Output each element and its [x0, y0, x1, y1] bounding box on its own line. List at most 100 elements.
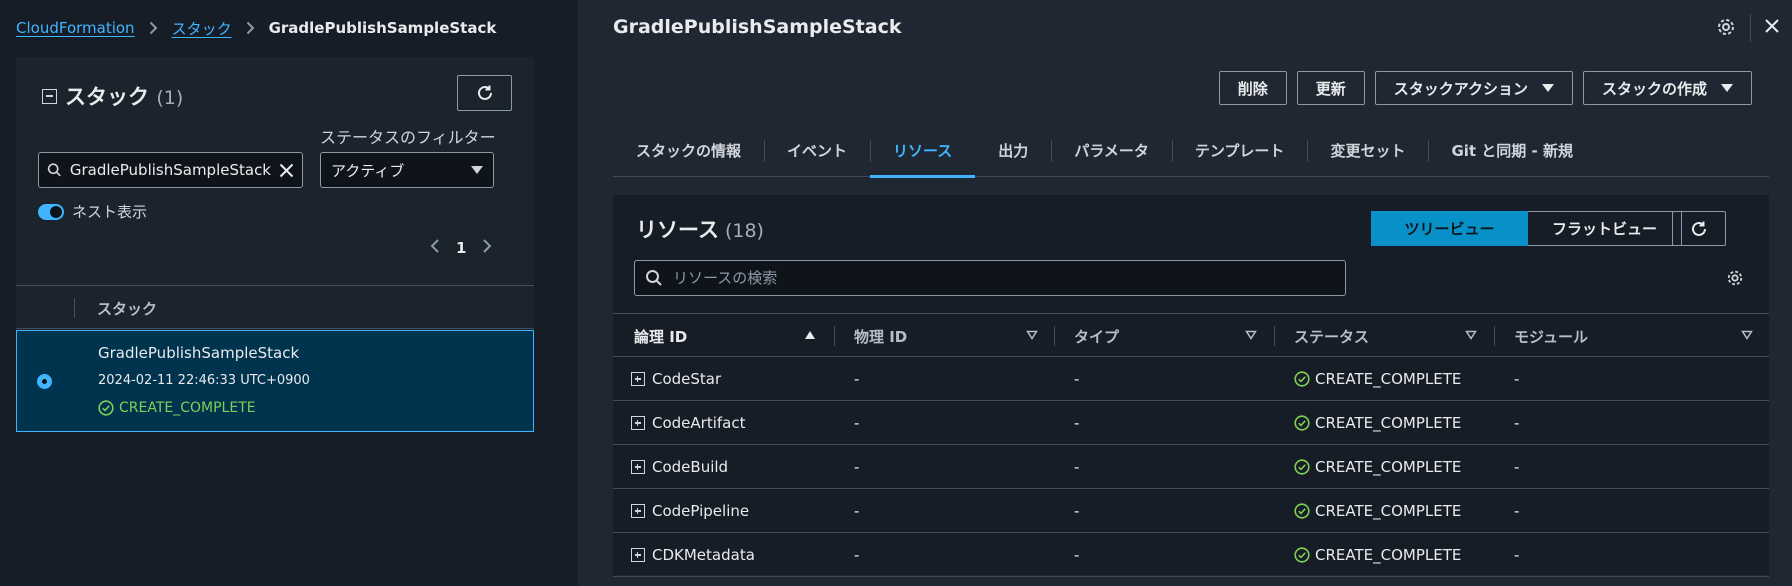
physical-id-cell: - [854, 546, 860, 564]
previous-page-icon[interactable] [430, 238, 440, 258]
type-cell: - [1074, 546, 1080, 564]
resources-container: リソース (18) ツリービュー フラットビュー 論理 ID 物理 ID [613, 195, 1769, 577]
logical-id-cell: CodeBuild [631, 445, 728, 489]
tab-parameters[interactable]: パラメータ [1051, 124, 1172, 177]
table-row[interactable]: CodeBuild - - CREATE_COMPLETE - [613, 445, 1769, 489]
table-row[interactable]: CDKMetadata - - CREATE_COMPLETE - [613, 533, 1769, 577]
view-mode-toggle: ツリービュー フラットビュー [1371, 211, 1682, 246]
caret-down-icon [1721, 84, 1733, 92]
column-header-type[interactable]: タイプ [1074, 314, 1119, 358]
breadcrumb-current: GradlePublishSampleStack [268, 19, 497, 37]
stack-radio-button[interactable] [37, 374, 52, 389]
type-cell: - [1074, 458, 1080, 476]
type-cell: - [1074, 502, 1080, 520]
column-divider [834, 326, 835, 346]
table-row[interactable]: CodePipeline - - CREATE_COMPLETE - [613, 489, 1769, 533]
refresh-resources-button[interactable] [1672, 211, 1726, 246]
column-header-logical-id[interactable]: 論理 ID [634, 314, 687, 358]
refresh-icon [477, 85, 492, 100]
success-check-icon [1294, 415, 1310, 431]
sort-icon[interactable] [1741, 330, 1753, 340]
breadcrumb: CloudFormation スタック GradlePublishSampleS… [16, 17, 496, 39]
table-preferences-gear-icon[interactable] [1726, 269, 1744, 291]
sort-icon[interactable] [1245, 330, 1257, 340]
tab-stack-info[interactable]: スタックの情報 [613, 124, 764, 177]
resource-search-field[interactable] [634, 260, 1346, 296]
caret-down-icon [471, 166, 483, 174]
tab-events[interactable]: イベント [764, 124, 870, 177]
collapse-icon[interactable] [42, 88, 57, 104]
create-stack-dropdown[interactable]: スタックの作成 [1582, 71, 1752, 105]
status-filter-select[interactable]: アクティブ [320, 152, 494, 188]
success-check-icon [1294, 503, 1310, 519]
logical-id-cell: CDKMetadata [631, 533, 755, 577]
stack-name: GradlePublishSampleStack [98, 344, 300, 362]
stack-actions-toolbar: 削除 更新 スタックアクション スタックの作成 [1218, 71, 1752, 105]
stack-search-input[interactable]: GradlePublishSampleStack [38, 152, 303, 188]
resources-count: (18) [724, 220, 764, 242]
update-button[interactable]: 更新 [1296, 71, 1365, 105]
logical-id-cell: CodePipeline [631, 489, 749, 533]
tree-view-button[interactable]: ツリービュー [1371, 211, 1528, 246]
module-cell: - [1514, 546, 1520, 564]
logical-id-cell: CodeStar [631, 357, 721, 401]
stacks-title: スタック (1) [65, 85, 184, 109]
column-header-physical-id[interactable]: 物理 ID [854, 314, 907, 358]
sort-icon[interactable] [1026, 330, 1038, 340]
expand-icon[interactable] [631, 372, 645, 386]
stack-list-panel: CloudFormation スタック GradlePublishSampleS… [0, 0, 591, 586]
success-check-icon [1294, 459, 1310, 475]
stack-list-header: スタック [16, 285, 534, 329]
next-page-icon[interactable] [482, 238, 492, 258]
status-filter-label: ステータスのフィルター [320, 128, 496, 147]
success-check-icon [98, 400, 114, 416]
clear-search-icon[interactable] [279, 163, 294, 178]
close-icon[interactable] [1764, 18, 1780, 38]
resources-table: 論理 ID 物理 ID タイプ ステータス モジュール CodeStar - - [613, 313, 1769, 577]
settings-gear-icon[interactable] [1716, 17, 1736, 41]
success-check-icon [1294, 547, 1310, 563]
breadcrumb-stacks-link[interactable]: スタック [172, 18, 232, 39]
expand-icon[interactable] [631, 504, 645, 518]
status-cell: CREATE_COMPLETE [1294, 401, 1461, 445]
tab-git-sync[interactable]: Git と同期 - 新規 [1428, 124, 1596, 177]
column-divider [1274, 326, 1275, 346]
refresh-stacks-button[interactable] [457, 75, 512, 111]
module-cell: - [1514, 502, 1520, 520]
column-divider [1494, 326, 1495, 346]
table-row[interactable]: CodeStar - - CREATE_COMPLETE - [613, 357, 1769, 401]
resource-search-input[interactable] [673, 269, 1345, 287]
expand-icon[interactable] [631, 416, 645, 430]
sort-icon[interactable] [1465, 330, 1477, 340]
column-header-status[interactable]: ステータス [1294, 314, 1369, 358]
refresh-icon [1692, 221, 1706, 236]
physical-id-cell: - [854, 370, 860, 388]
stack-detail-tabs: スタックの情報 イベント リソース 出力 パラメータ テンプレート 変更セット … [613, 124, 1769, 178]
expand-icon[interactable] [631, 460, 645, 474]
table-header-row: 論理 ID 物理 ID タイプ ステータス モジュール [613, 313, 1769, 357]
stack-actions-dropdown[interactable]: スタックアクション [1374, 71, 1573, 105]
tab-outputs[interactable]: 出力 [975, 124, 1051, 177]
nested-view-toggle[interactable] [38, 203, 64, 220]
status-cell: CREATE_COMPLETE [1294, 533, 1461, 577]
column-divider [1054, 326, 1055, 346]
sort-ascending-icon[interactable] [804, 330, 816, 340]
current-page-number[interactable]: 1 [456, 239, 466, 257]
stack-search-value: GradlePublishSampleStack [69, 161, 271, 179]
flat-view-button[interactable]: フラットビュー [1528, 211, 1682, 246]
caret-down-icon [1541, 84, 1554, 92]
expand-icon[interactable] [631, 548, 645, 562]
tab-change-sets[interactable]: 変更セット [1307, 124, 1428, 177]
delete-button[interactable]: 削除 [1218, 71, 1287, 105]
stack-row[interactable]: GradlePublishSampleStack 2024-02-11 22:4… [16, 330, 534, 432]
status-cell: CREATE_COMPLETE [1294, 445, 1461, 489]
stack-detail-title: GradlePublishSampleStack [613, 16, 902, 38]
tab-resources[interactable]: リソース [870, 124, 976, 178]
column-header-module[interactable]: モジュール [1514, 314, 1588, 358]
status-cell: CREATE_COMPLETE [1294, 489, 1461, 533]
breadcrumb-cloudformation-link[interactable]: CloudFormation [16, 19, 135, 37]
tab-template[interactable]: テンプレート [1171, 124, 1308, 177]
table-row[interactable]: CodeArtifact - - CREATE_COMPLETE - [613, 401, 1769, 445]
status-cell: CREATE_COMPLETE [1294, 357, 1461, 401]
physical-id-cell: - [854, 458, 860, 476]
